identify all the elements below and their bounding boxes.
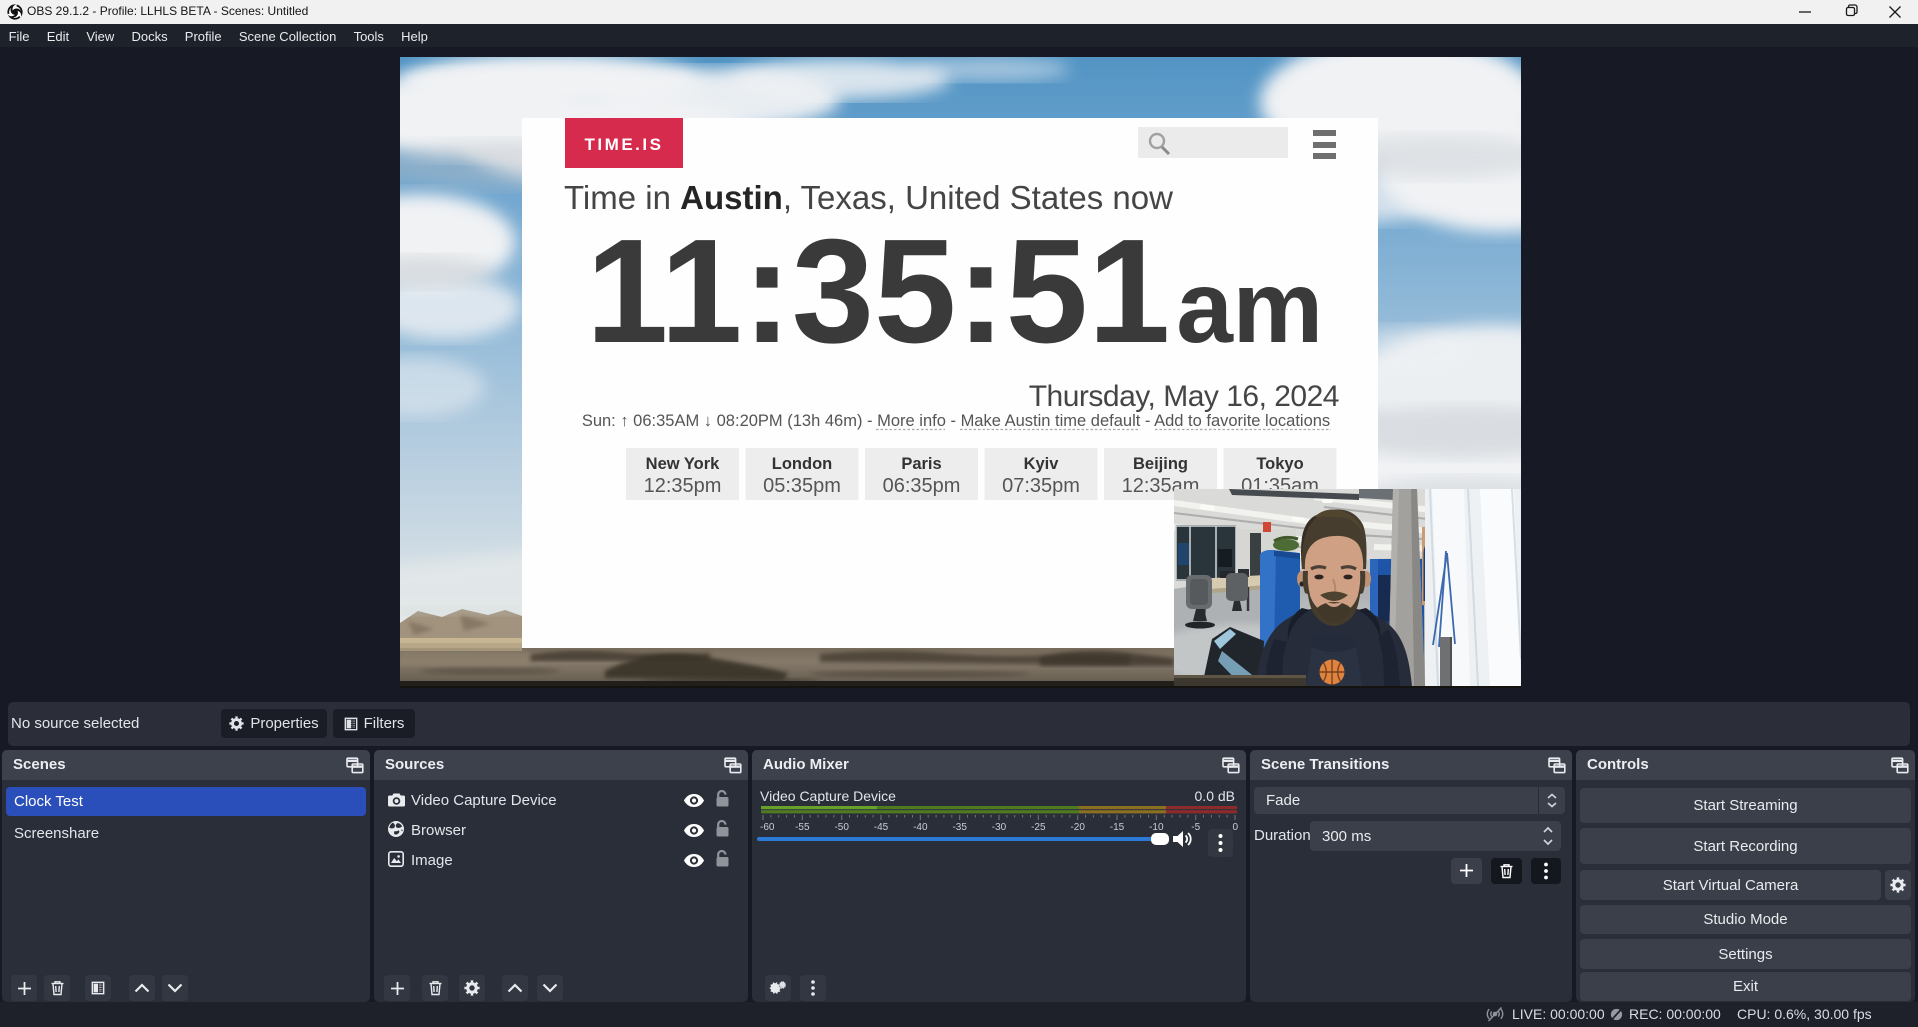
svg-text:Tokyo: Tokyo: [1256, 455, 1303, 473]
svg-text:Paris: Paris: [901, 455, 941, 473]
svg-text:-25: -25: [1031, 822, 1046, 833]
svg-text:Kyiv: Kyiv: [1024, 455, 1060, 473]
svg-text:New York: New York: [646, 455, 720, 473]
svg-text:Sun: ↑ 06:35AM ↓ 08:20PM (13h: Sun: ↑ 06:35AM ↓ 08:20PM (13h 46m) - Mor…: [582, 412, 1330, 430]
svg-text:06:35pm: 06:35pm: [883, 475, 961, 497]
svg-text:-55: -55: [795, 822, 810, 833]
svg-text:-30: -30: [992, 822, 1007, 833]
svg-text:-60: -60: [760, 822, 775, 833]
svg-text:-50: -50: [834, 822, 849, 833]
svg-text:12:35pm: 12:35pm: [644, 475, 722, 497]
svg-text:0: 0: [1232, 822, 1238, 833]
svg-text:07:35pm: 07:35pm: [1002, 475, 1080, 497]
svg-text:London: London: [772, 455, 832, 473]
svg-text:-10: -10: [1149, 822, 1164, 833]
svg-text:TIME.IS: TIME.IS: [585, 135, 664, 154]
svg-text:-45: -45: [874, 822, 889, 833]
svg-text:-15: -15: [1110, 822, 1125, 833]
svg-text:-20: -20: [1070, 822, 1085, 833]
svg-text:-40: -40: [913, 822, 928, 833]
svg-text:-35: -35: [952, 822, 967, 833]
svg-text:05:35pm: 05:35pm: [763, 475, 841, 497]
svg-text:Beijing: Beijing: [1133, 455, 1188, 473]
svg-text:Thursday, May 16, 2024: Thursday, May 16, 2024: [1029, 380, 1339, 413]
